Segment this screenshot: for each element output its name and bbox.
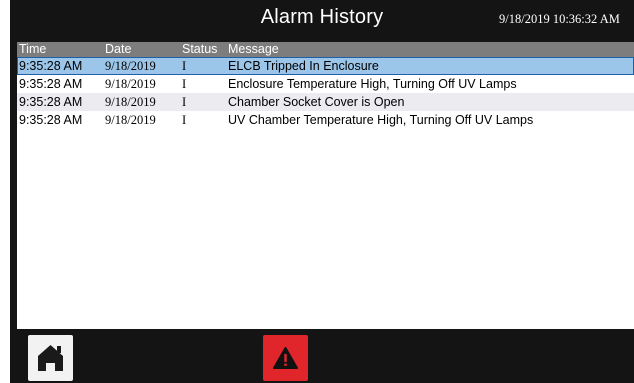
cell-status: I: [182, 113, 187, 127]
cell-date: 9/18/2019: [105, 77, 156, 91]
cell-time: 9:35:28 AM: [19, 59, 83, 73]
cell-time: 9:35:28 AM: [19, 77, 83, 91]
warning-icon: [273, 347, 298, 369]
table-header: Time Date Status Message: [17, 42, 634, 57]
cell-message: Chamber Socket Cover is Open: [228, 95, 405, 109]
cell-message: ELCB Tripped In Enclosure: [228, 59, 379, 73]
clock-readout: 9/18/2019 10:36:32 AM: [499, 12, 620, 26]
cell-time: 9:35:28 AM: [19, 95, 83, 109]
bottom-nav-bar: [10, 331, 634, 383]
cell-status: I: [182, 59, 187, 73]
cell-message: UV Chamber Temperature High, Turning Off…: [228, 113, 534, 127]
table-row[interactable]: 9:35:28 AM 9/18/2019 I Chamber Socket Co…: [17, 93, 634, 111]
cell-date: 9/18/2019: [105, 113, 156, 127]
title-bar: Alarm History 9/18/2019 10:36:32 AM: [10, 0, 634, 38]
table-row[interactable]: 9:35:28 AM 9/18/2019 I UV Chamber Temper…: [17, 111, 634, 129]
cell-message: Enclosure Temperature High, Turning Off …: [228, 77, 517, 91]
hmi-screen: Alarm History 9/18/2019 10:36:32 AM Time…: [10, 0, 634, 383]
table-row[interactable]: 9:35:28 AM 9/18/2019 I Enclosure Tempera…: [17, 75, 634, 93]
home-button[interactable]: [28, 335, 73, 381]
column-header-time[interactable]: Time: [19, 42, 46, 57]
alarm-table: Time Date Status Message 9:35:28 AM 9/18…: [17, 42, 634, 329]
table-row[interactable]: 9:35:28 AM 9/18/2019 I ELCB Tripped In E…: [17, 57, 634, 75]
alarm-button[interactable]: [263, 335, 308, 381]
column-header-message[interactable]: Message: [228, 42, 279, 57]
column-header-status[interactable]: Status: [182, 42, 217, 57]
home-icon: [38, 345, 63, 371]
cell-date: 9/18/2019: [105, 59, 156, 73]
cell-time: 9:35:28 AM: [19, 113, 83, 127]
cell-date: 9/18/2019: [105, 95, 156, 109]
cell-status: I: [182, 77, 187, 91]
cell-status: I: [182, 95, 187, 109]
column-header-date[interactable]: Date: [105, 42, 131, 57]
